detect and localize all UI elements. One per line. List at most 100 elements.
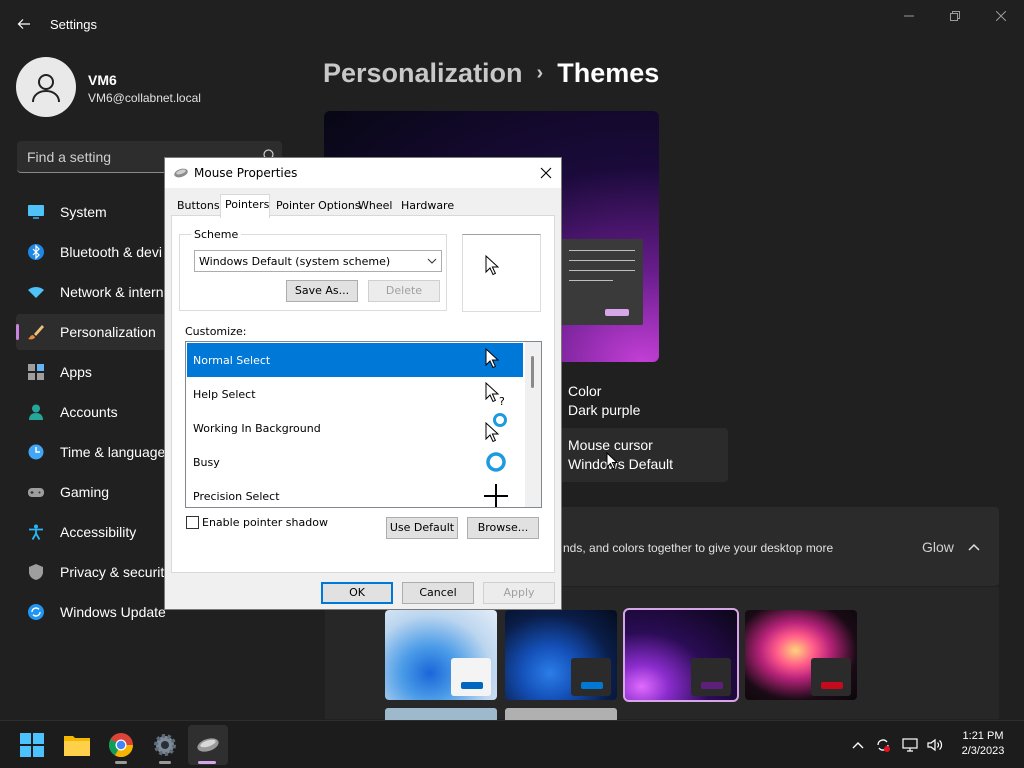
back-button[interactable] bbox=[12, 12, 36, 36]
sync-alert-icon[interactable] bbox=[875, 737, 891, 753]
list-item-working-in-background[interactable]: Working In Background bbox=[187, 411, 523, 445]
dialog-close-button[interactable] bbox=[537, 164, 555, 182]
browse-button[interactable]: Browse... bbox=[467, 517, 539, 539]
settings-taskbar-button[interactable] bbox=[145, 725, 185, 765]
close-icon bbox=[540, 167, 552, 179]
list-item-label: Normal Select bbox=[193, 354, 271, 367]
list-scrollbar[interactable] bbox=[525, 342, 541, 507]
tab-pointer-options[interactable]: Pointer Options bbox=[272, 196, 361, 216]
themes-description: nds, and colors together to give your de… bbox=[563, 541, 834, 555]
theme-tile-windows-light[interactable] bbox=[385, 610, 497, 700]
apply-button[interactable]: Apply bbox=[483, 582, 555, 604]
pointer-list[interactable]: Normal Select Help Select ? Working In B… bbox=[185, 341, 542, 508]
close-icon bbox=[995, 10, 1007, 22]
wifi-icon bbox=[28, 286, 44, 298]
list-item-busy[interactable]: Busy bbox=[187, 445, 523, 479]
mouse-cursor-title: Mouse cursor bbox=[568, 437, 653, 453]
settings-gear-icon bbox=[154, 734, 176, 756]
theme-tile-partial[interactable] bbox=[385, 708, 497, 720]
sidebar-item-label: Accounts bbox=[60, 404, 118, 420]
maximize-button[interactable] bbox=[932, 6, 978, 26]
list-item-label: Busy bbox=[193, 456, 220, 469]
theme-tile-glow[interactable] bbox=[623, 608, 739, 702]
arrow-cursor-icon bbox=[485, 255, 499, 276]
scrollbar-thumb[interactable] bbox=[531, 356, 534, 388]
cancel-button[interactable]: Cancel bbox=[402, 582, 474, 604]
start-icon bbox=[20, 733, 44, 757]
start-button[interactable] bbox=[12, 725, 52, 765]
chevron-up-icon[interactable] bbox=[966, 539, 982, 555]
theme-tile-captured-motion[interactable] bbox=[745, 610, 857, 700]
app-title: Settings bbox=[50, 17, 97, 32]
theme-tile-badge bbox=[571, 658, 611, 696]
file-explorer-icon bbox=[64, 736, 90, 756]
clock-globe-icon bbox=[28, 444, 44, 460]
sidebar-item-label: Apps bbox=[60, 364, 92, 380]
taskbar bbox=[0, 720, 1024, 768]
running-indicator bbox=[115, 761, 127, 764]
working-cursor-icon bbox=[485, 413, 507, 443]
use-default-button[interactable]: Use Default bbox=[386, 517, 458, 539]
theme-tile-badge bbox=[451, 658, 491, 696]
minimize-button[interactable] bbox=[886, 6, 932, 26]
sync-icon bbox=[28, 604, 44, 620]
taskbar-clock[interactable]: 1:21 PM 2/3/2023 bbox=[952, 729, 1014, 759]
sidebar-item-label: System bbox=[60, 204, 107, 220]
scheme-dropdown[interactable]: Windows Default (system scheme) bbox=[194, 250, 442, 272]
tab-buttons[interactable]: Buttons bbox=[173, 196, 220, 216]
dialog-title-bar[interactable]: Mouse Properties bbox=[165, 158, 561, 188]
file-explorer-button[interactable] bbox=[57, 725, 97, 765]
volume-icon[interactable] bbox=[927, 737, 943, 753]
save-as-button[interactable]: Save As... bbox=[286, 280, 358, 302]
delete-button[interactable]: Delete bbox=[368, 280, 440, 302]
network-icon[interactable] bbox=[902, 737, 918, 753]
tab-hardware[interactable]: Hardware bbox=[397, 196, 457, 216]
crosshair-icon bbox=[484, 484, 508, 507]
accessibility-icon bbox=[29, 524, 43, 540]
sidebar-item-label: Accessibility bbox=[60, 524, 137, 540]
mouse-properties-dialog: Mouse Properties Buttons Pointers Pointe… bbox=[164, 157, 562, 610]
chrome-icon bbox=[109, 733, 133, 757]
profile-name: VM6 bbox=[88, 72, 117, 88]
customize-label: Customize: bbox=[185, 325, 247, 338]
list-item-help-select[interactable]: Help Select ? bbox=[187, 377, 523, 411]
mouse-icon bbox=[197, 738, 219, 752]
sidebar-item-label: Bluetooth & devi bbox=[60, 244, 162, 260]
clock-time: 1:21 PM bbox=[962, 730, 1004, 742]
mouse-pointer-icon bbox=[606, 452, 618, 470]
color-setting[interactable]: Color Dark purple bbox=[568, 382, 640, 420]
chrome-button[interactable] bbox=[101, 725, 141, 765]
list-item-precision-select[interactable]: Precision Select bbox=[187, 479, 523, 507]
close-button[interactable] bbox=[978, 6, 1024, 26]
restore-icon bbox=[950, 11, 960, 21]
pointer-shadow-label[interactable]: Enable pointer shadow bbox=[202, 516, 328, 529]
busy-ring-icon bbox=[486, 452, 506, 472]
preview-accent-swatch bbox=[605, 309, 629, 316]
theme-tile-badge bbox=[811, 658, 851, 696]
pointer-shadow-checkbox[interactable] bbox=[186, 516, 199, 529]
theme-tile-windows-dark[interactable] bbox=[505, 610, 617, 700]
sidebar-item-label: Privacy & security bbox=[60, 564, 172, 580]
apps-icon bbox=[28, 364, 44, 380]
tab-wheel[interactable]: Wheel bbox=[354, 196, 396, 216]
title-bar: Settings bbox=[0, 0, 1024, 48]
theme-tile-badge bbox=[691, 658, 731, 696]
sidebar-item-label: Gaming bbox=[60, 484, 110, 500]
shield-icon bbox=[29, 564, 43, 580]
user-icon bbox=[32, 74, 60, 103]
avatar[interactable] bbox=[16, 57, 76, 117]
list-item-label: Help Select bbox=[193, 388, 256, 401]
sidebar-item-label: Windows Update bbox=[60, 604, 166, 620]
list-item-normal-select[interactable]: Normal Select bbox=[187, 343, 523, 377]
chevron-up-icon[interactable] bbox=[850, 737, 866, 753]
theme-tile-partial[interactable] bbox=[505, 708, 617, 720]
breadcrumb-parent[interactable]: Personalization bbox=[323, 58, 523, 88]
ok-button[interactable]: OK bbox=[321, 582, 393, 604]
color-setting-title: Color bbox=[568, 383, 602, 399]
page-title: Themes bbox=[557, 58, 660, 88]
sidebar-item-label: Personalization bbox=[60, 324, 156, 340]
back-arrow-icon bbox=[17, 19, 30, 29]
mouse-properties-taskbar-button[interactable] bbox=[188, 725, 228, 765]
tab-pointers[interactable]: Pointers bbox=[220, 194, 270, 218]
scheme-label: Scheme bbox=[191, 228, 242, 241]
